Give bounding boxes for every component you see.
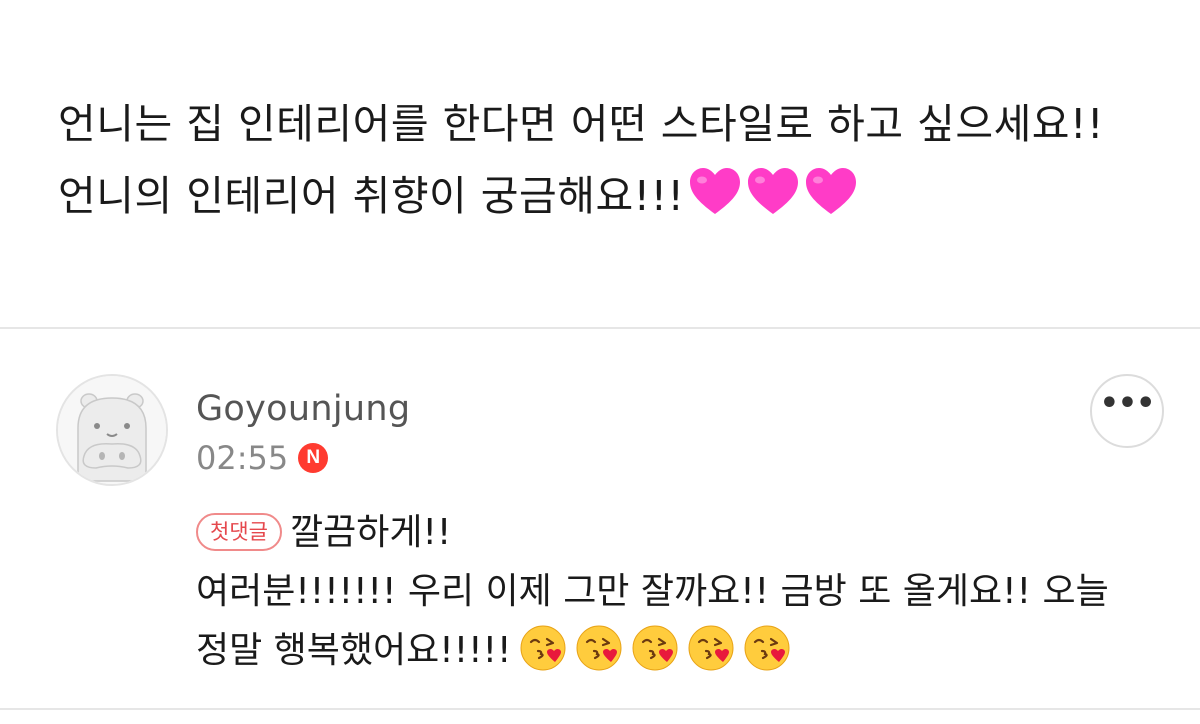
pink-heart-icon bbox=[689, 168, 740, 214]
comment-author[interactable]: Goyounjung bbox=[196, 389, 410, 429]
face-blowing-a-kiss-icon bbox=[688, 625, 734, 671]
comment-emoji-group bbox=[511, 625, 791, 671]
divider bbox=[0, 708, 1200, 710]
post-text: 언니는 집 인테리어를 한다면 어떤 스타일로 하고 싶으세요!! 언니의 인테… bbox=[58, 100, 1104, 220]
more-options-button[interactable]: ••• bbox=[1090, 374, 1164, 448]
post-content: 언니는 집 인테리어를 한다면 어떤 스타일로 하고 싶으세요!! 언니의 인테… bbox=[58, 88, 1158, 232]
comment-time: 02:55 bbox=[196, 439, 289, 477]
more-icon: ••• bbox=[1099, 386, 1156, 421]
face-blowing-a-kiss-icon bbox=[744, 625, 790, 671]
face-blowing-a-kiss-icon bbox=[632, 625, 678, 671]
pink-heart-icon bbox=[747, 168, 798, 214]
new-badge: N bbox=[298, 443, 329, 473]
avatar[interactable] bbox=[56, 374, 168, 486]
first-comment-badge: 첫댓글 bbox=[196, 513, 282, 551]
face-blowing-a-kiss-icon bbox=[576, 625, 622, 671]
face-blowing-a-kiss-icon bbox=[520, 625, 566, 671]
comment-body: 첫댓글 깔끔하게!! 여러분!!!!!!! 우리 이제 그만 잘까요!! 금방 또… bbox=[196, 503, 1156, 680]
hippo-avatar-icon bbox=[58, 376, 166, 484]
comment-item: Goyounjung 02:55 N ••• 첫댓글 깔끔하게!! 여러분!!!!… bbox=[0, 329, 1200, 709]
comment-meta: 02:55 N bbox=[196, 439, 329, 477]
post-emoji-group bbox=[685, 168, 859, 220]
comment-line-1: 깔끔하게!! bbox=[289, 512, 452, 553]
pink-heart-icon bbox=[805, 168, 856, 214]
page: 언니는 집 인테리어를 한다면 어떤 스타일로 하고 싶으세요!! 언니의 인테… bbox=[0, 0, 1200, 724]
